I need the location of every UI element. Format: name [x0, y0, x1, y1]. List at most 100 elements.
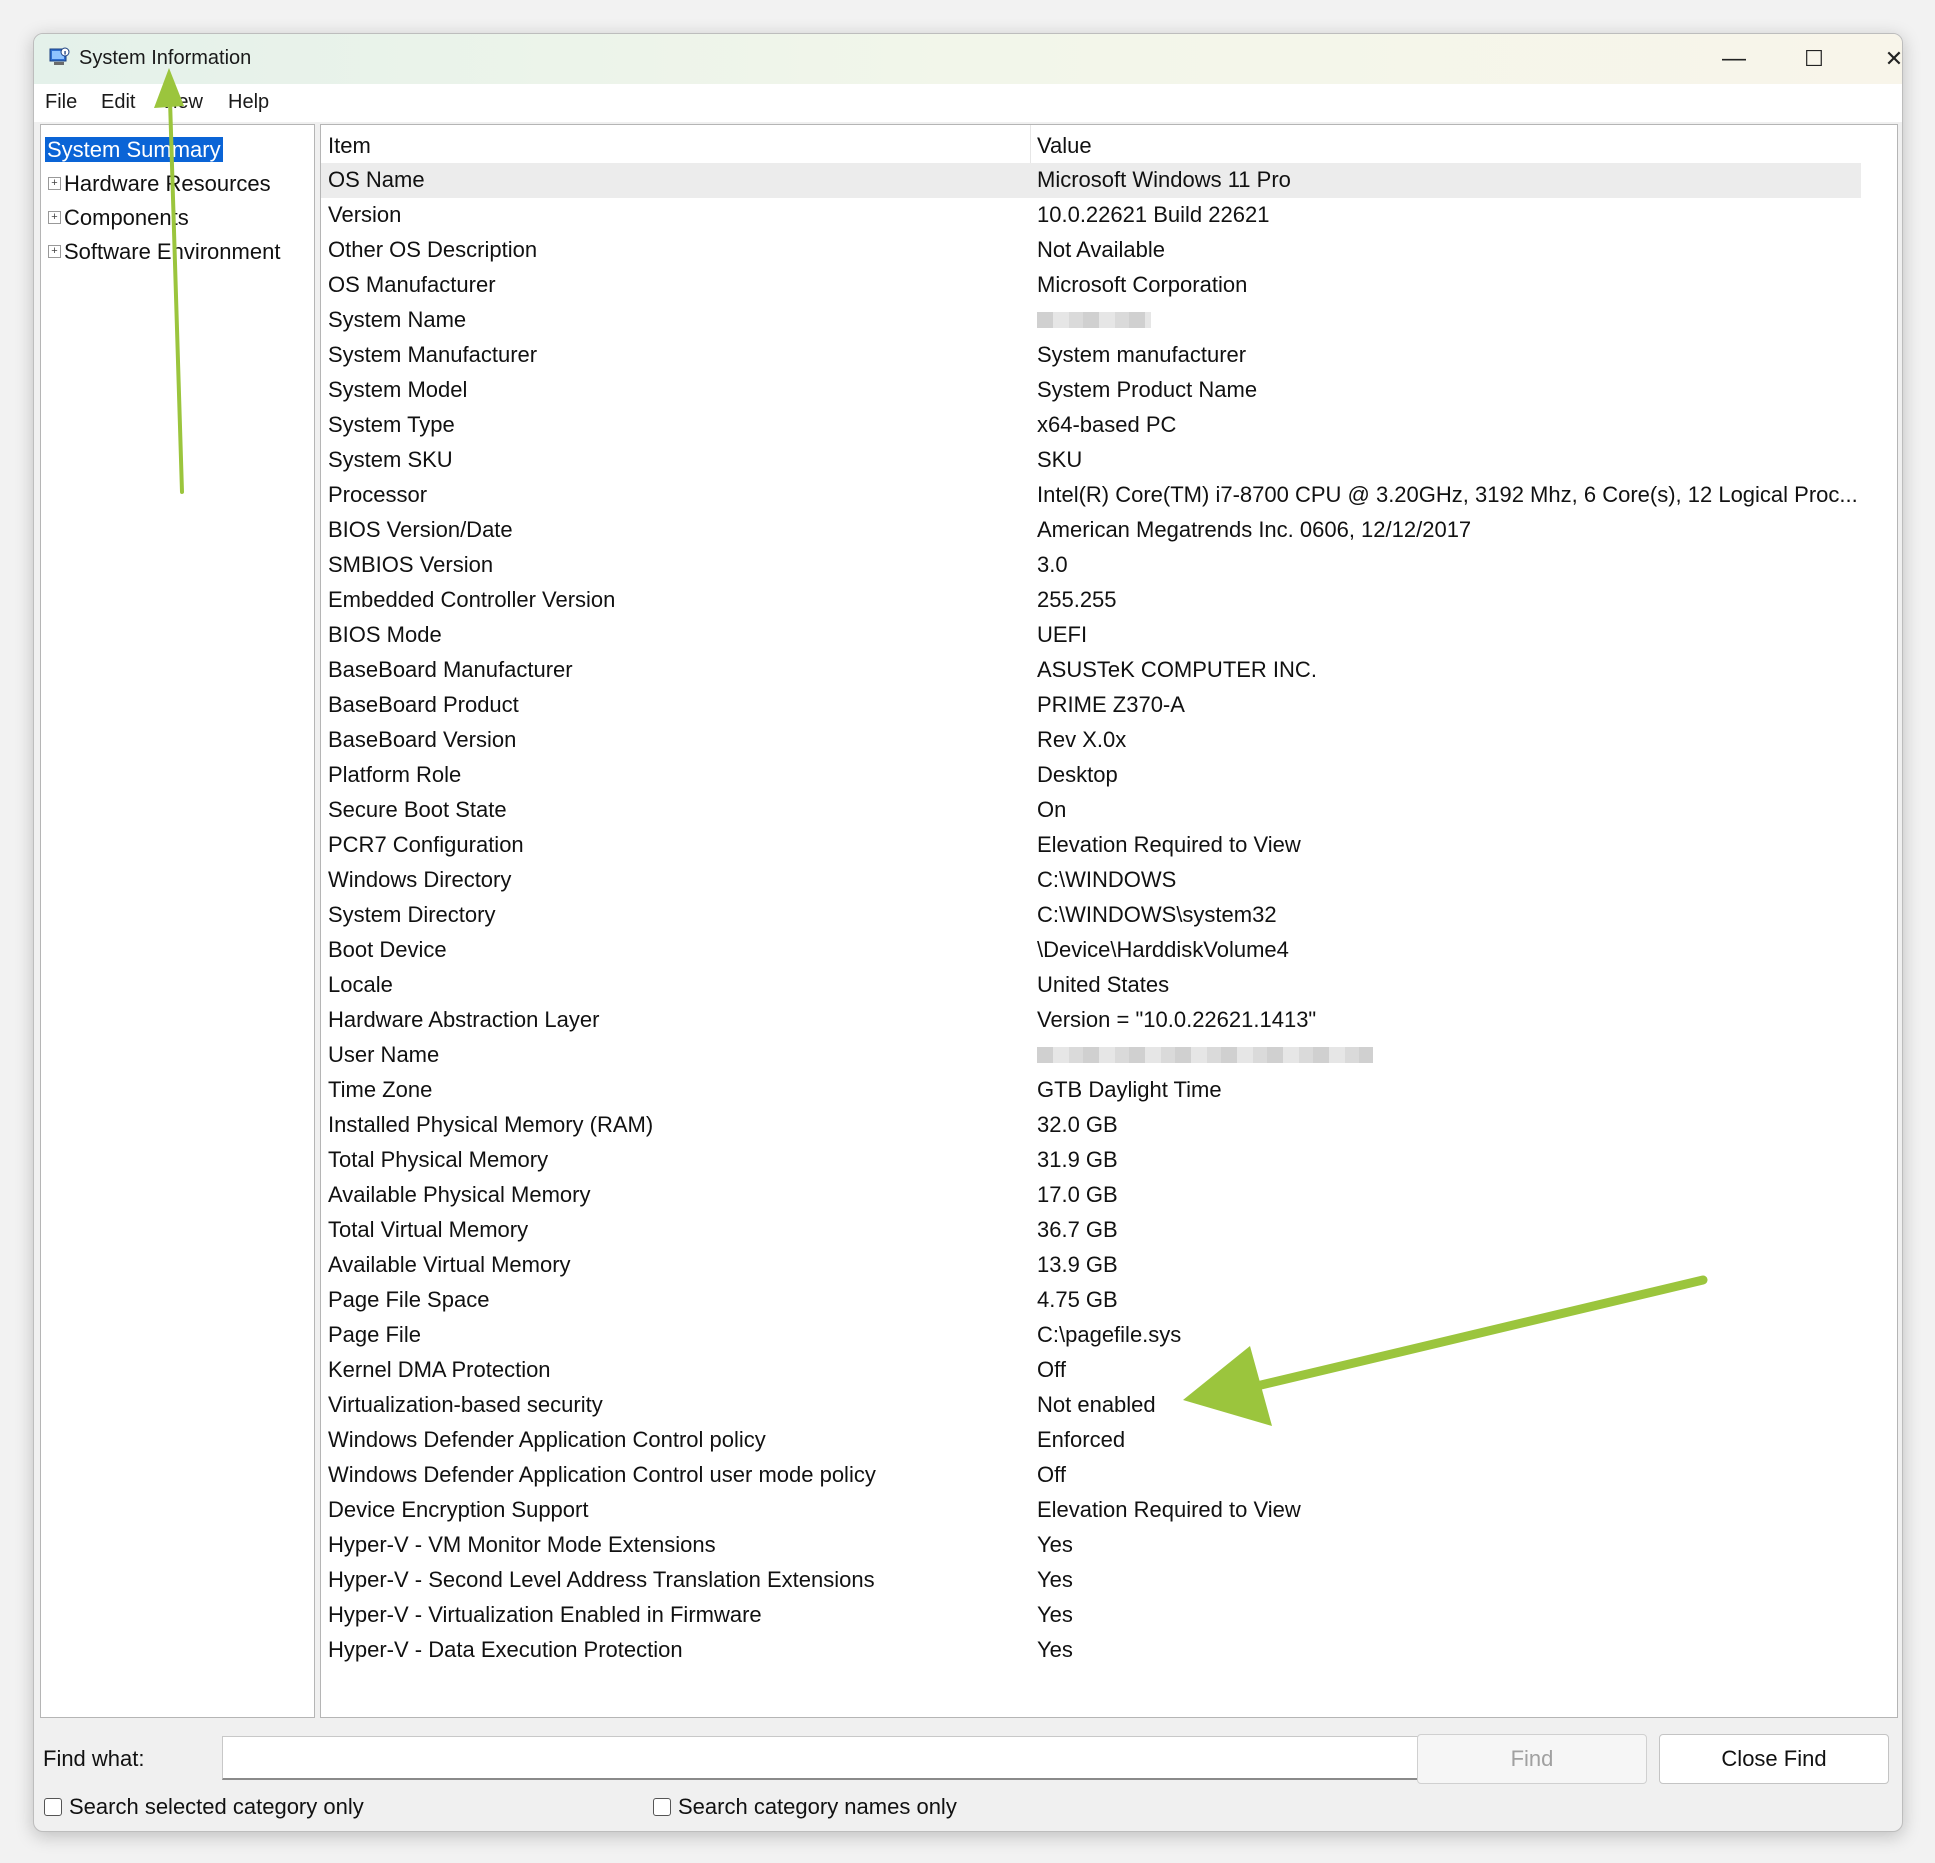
table-row[interactable]: Boot Device \Device\HarddiskVolume4	[321, 933, 1861, 968]
checkbox-label: Search category names only	[678, 1794, 957, 1819]
table-row[interactable]: System Manufacturer System manufacturer	[321, 338, 1861, 373]
table-row[interactable]: Windows Defender Application Control pol…	[321, 1423, 1861, 1458]
column-divider[interactable]	[1030, 125, 1031, 163]
table-row[interactable]: Page File Space 4.75 GB	[321, 1283, 1861, 1318]
table-row[interactable]: Embedded Controller Version 255.255	[321, 583, 1861, 618]
tree-item-components[interactable]: + Components	[41, 203, 189, 233]
cell-value: 32.0 GB	[1037, 1112, 1118, 1137]
tree-item-label: Components	[64, 205, 189, 230]
cell-value: Intel(R) Core(TM) i7-8700 CPU @ 3.20GHz,…	[1037, 482, 1858, 507]
cell-item: Hyper-V - VM Monitor Mode Extensions	[328, 1532, 716, 1557]
maximize-button[interactable]: ☐	[1774, 34, 1854, 84]
tree-item-label: Software Environment	[64, 239, 281, 264]
table-row[interactable]: User Name	[321, 1038, 1861, 1073]
table-row[interactable]: Locale United States	[321, 968, 1861, 1003]
details-table[interactable]: Item Value OS Name Microsoft Windows 11 P…	[320, 124, 1898, 1718]
cell-item: BIOS Mode	[328, 622, 442, 647]
table-row[interactable]: Total Virtual Memory 36.7 GB	[321, 1213, 1861, 1248]
search-selected-category-checkbox[interactable]: Search selected category only	[44, 1794, 364, 1820]
table-row[interactable]: Other OS Description Not Available	[321, 233, 1861, 268]
table-row[interactable]: Virtualization-based security Not enabled	[321, 1388, 1861, 1423]
cell-value: SKU	[1037, 447, 1083, 472]
table-row[interactable]: Processor Intel(R) Core(TM) i7-8700 CPU @…	[321, 478, 1861, 513]
cell-item: Time Zone	[328, 1077, 433, 1102]
table-row[interactable]: Installed Physical Memory (RAM) 32.0 GB	[321, 1108, 1861, 1143]
tree-item-system-summary[interactable]: System Summary	[45, 135, 223, 165]
cell-item: Platform Role	[328, 762, 462, 787]
table-row[interactable]: Time Zone GTB Daylight Time	[321, 1073, 1861, 1108]
cell-value: x64-based PC	[1037, 412, 1177, 437]
cell-item: Virtualization-based security	[328, 1392, 603, 1417]
table-row[interactable]: Hardware Abstraction Layer Version = "10.…	[321, 1003, 1861, 1038]
cell-item: Kernel DMA Protection	[328, 1357, 551, 1382]
checkbox-box[interactable]	[44, 1798, 62, 1816]
table-row[interactable]: SMBIOS Version 3.0	[321, 548, 1861, 583]
table-row[interactable]: Hyper-V - VM Monitor Mode Extensions Yes	[321, 1528, 1861, 1563]
column-header-item[interactable]: Item	[328, 133, 371, 159]
menu-edit[interactable]: Edit	[101, 91, 135, 114]
minimize-button[interactable]: —	[1694, 34, 1774, 84]
checkbox-box[interactable]	[653, 1798, 671, 1816]
table-row[interactable]: Platform Role Desktop	[321, 758, 1861, 793]
table-row[interactable]: Windows Directory C:\WINDOWS	[321, 863, 1861, 898]
cell-item: Hyper-V - Second Level Address Translati…	[328, 1567, 875, 1592]
table-row[interactable]: System SKU SKU	[321, 443, 1861, 478]
table-row[interactable]: BIOS Version/Date American Megatrends Inc…	[321, 513, 1861, 548]
table-row[interactable]: BaseBoard Version Rev X.0x	[321, 723, 1861, 758]
table-row[interactable]: BaseBoard Manufacturer ASUSTeK COMPUTER I…	[321, 653, 1861, 688]
table-row[interactable]: System Model System Product Name	[321, 373, 1861, 408]
cell-item: Other OS Description	[328, 237, 538, 262]
cell-item: Windows Defender Application Control use…	[328, 1462, 876, 1487]
table-row[interactable]: Page File C:\pagefile.sys	[321, 1318, 1861, 1353]
cell-item: User Name	[328, 1042, 440, 1067]
table-row[interactable]: Secure Boot State On	[321, 793, 1861, 828]
expand-icon[interactable]: +	[48, 245, 61, 259]
cell-value: Not enabled	[1037, 1392, 1156, 1417]
cell-value: Off	[1037, 1357, 1066, 1382]
tree-item-hardware-resources[interactable]: + Hardware Resources	[41, 169, 271, 199]
table-row[interactable]: Hyper-V - Virtualization Enabled in Firm…	[321, 1598, 1861, 1633]
cell-value: Yes	[1037, 1567, 1073, 1592]
find-button[interactable]: Find	[1417, 1734, 1647, 1784]
table-row[interactable]: Kernel DMA Protection Off	[321, 1353, 1861, 1388]
table-row[interactable]: Available Physical Memory 17.0 GB	[321, 1178, 1861, 1213]
table-row[interactable]: PCR7 Configuration Elevation Required to …	[321, 828, 1861, 863]
expand-icon[interactable]: +	[48, 177, 61, 191]
cell-item: Hardware Abstraction Layer	[328, 1007, 600, 1032]
table-row[interactable]: System Name	[321, 303, 1861, 338]
cell-item: Version	[328, 202, 402, 227]
table-row[interactable]: Version 10.0.22621 Build 22621	[321, 198, 1861, 233]
table-row[interactable]: Hyper-V - Second Level Address Translati…	[321, 1563, 1861, 1598]
table-row[interactable]: BaseBoard Product PRIME Z370-A	[321, 688, 1861, 723]
close-find-button[interactable]: Close Find	[1659, 1734, 1889, 1784]
table-row[interactable]: Hyper-V - Data Execution Protection Yes	[321, 1633, 1861, 1668]
tree-item-software-environment[interactable]: + Software Environment	[41, 237, 280, 267]
cell-item: SMBIOS Version	[328, 552, 494, 577]
menu-file[interactable]: File	[45, 91, 77, 114]
expand-icon[interactable]: +	[48, 211, 61, 225]
system-info-app-icon	[49, 47, 70, 65]
table-row[interactable]: OS Name Microsoft Windows 11 Pro	[321, 163, 1861, 198]
search-category-names-checkbox[interactable]: Search category names only	[653, 1794, 957, 1820]
table-row[interactable]: System Type x64-based PC	[321, 408, 1861, 443]
close-button[interactable]: ✕	[1854, 34, 1902, 84]
cell-value: Rev X.0x	[1037, 727, 1127, 752]
table-row[interactable]: System Directory C:\WINDOWS\system32	[321, 898, 1861, 933]
cell-value: Yes	[1037, 1532, 1073, 1557]
title-bar[interactable]: System Information — ☐ ✕	[34, 34, 1902, 84]
table-row[interactable]: OS Manufacturer Microsoft Corporation	[321, 268, 1861, 303]
category-tree[interactable]: System Summary + Hardware Resources + Comp…	[40, 124, 315, 1718]
column-header-value[interactable]: Value	[1037, 133, 1092, 159]
table-row[interactable]: Windows Defender Application Control use…	[321, 1458, 1861, 1493]
redacted-blur	[1037, 1047, 1373, 1063]
table-row[interactable]: BIOS Mode UEFI	[321, 618, 1861, 653]
cell-item: Device Encryption Support	[328, 1497, 589, 1522]
table-row[interactable]: Device Encryption Support Elevation Requi…	[321, 1493, 1861, 1528]
cell-item: System Directory	[328, 902, 496, 927]
menu-help[interactable]: Help	[228, 91, 269, 114]
cell-value: 31.9 GB	[1037, 1147, 1118, 1172]
table-row[interactable]: Total Physical Memory 31.9 GB	[321, 1143, 1861, 1178]
menu-view[interactable]: View	[160, 91, 203, 114]
find-what-input[interactable]	[222, 1736, 1437, 1780]
table-row[interactable]: Available Virtual Memory 13.9 GB	[321, 1248, 1861, 1283]
